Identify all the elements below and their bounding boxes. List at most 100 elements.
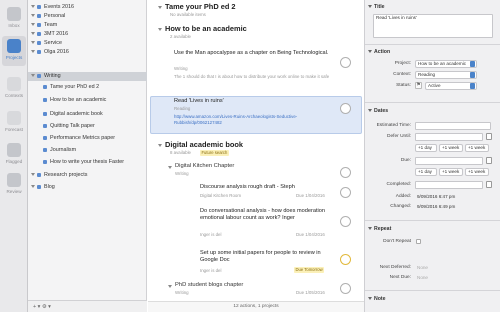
disclosure-icon[interactable] bbox=[31, 41, 35, 45]
due-date-field[interactable] bbox=[415, 157, 483, 165]
review-button[interactable]: Review bbox=[2, 170, 26, 200]
disclosure-icon[interactable] bbox=[158, 6, 162, 9]
project-icon bbox=[43, 98, 47, 103]
calendar-icon[interactable] bbox=[486, 133, 492, 140]
task-checkbox[interactable] bbox=[340, 254, 351, 265]
repeat-checkbox[interactable] bbox=[416, 239, 421, 244]
forecast-button[interactable]: Forecast bbox=[2, 108, 26, 138]
folder-icon bbox=[37, 23, 41, 28]
next-due-value: None bbox=[417, 275, 428, 280]
status-popup[interactable]: Active bbox=[425, 82, 477, 90]
defer-plus-week-button[interactable]: +1 week bbox=[439, 144, 463, 152]
inbox-button[interactable]: Inbox bbox=[2, 4, 26, 34]
calendar-icon[interactable] bbox=[486, 181, 492, 188]
chevron-down-icon bbox=[470, 61, 475, 67]
folder-icon bbox=[37, 173, 41, 178]
task-checkbox[interactable] bbox=[340, 103, 351, 114]
section-header-title[interactable]: Title bbox=[368, 4, 385, 10]
sidebar-item-personal[interactable]: Personal bbox=[28, 12, 147, 21]
due-plus-week-button[interactable]: +1 week bbox=[439, 168, 463, 176]
section-header-dates[interactable]: Dates bbox=[368, 108, 388, 114]
sidebar-item-service[interactable]: Service bbox=[28, 39, 147, 48]
task-checkbox[interactable] bbox=[340, 187, 351, 198]
project-row-tame-your-phd[interactable]: Tame your PhD ed 2 No available items bbox=[148, 2, 364, 20]
estimated-time-field[interactable] bbox=[415, 122, 491, 130]
disclosure-icon[interactable] bbox=[31, 74, 35, 78]
disclosure-icon[interactable] bbox=[31, 50, 35, 54]
sidebar-item-writing[interactable]: Writing bbox=[28, 72, 147, 81]
status-badge: Future search bbox=[200, 150, 229, 156]
sidebar-item-research-projects[interactable]: Research projects bbox=[28, 171, 147, 180]
task-checkbox[interactable] bbox=[340, 216, 351, 227]
disclosure-icon[interactable] bbox=[168, 166, 172, 169]
review-icon bbox=[7, 173, 21, 187]
divider bbox=[365, 102, 500, 103]
sidebar-item-team[interactable]: Team bbox=[28, 21, 147, 30]
disclosure-icon[interactable] bbox=[158, 144, 162, 147]
flagged-button[interactable]: Flagged bbox=[2, 140, 26, 170]
action-group-row[interactable]: PhD student blogs chapter Writing Due 1/… bbox=[148, 282, 364, 298]
flag-icon bbox=[7, 143, 21, 157]
divider bbox=[365, 220, 500, 221]
disclosure-icon[interactable] bbox=[31, 5, 35, 9]
folder-icon bbox=[37, 41, 41, 46]
sidebar-item-quitting-talk-paper[interactable]: Quitting Talk paper bbox=[28, 122, 147, 131]
sidebar-item-performance-metrics-paper[interactable]: Performance Metrics paper bbox=[28, 134, 147, 143]
folder-icon bbox=[37, 32, 41, 37]
disclosure-icon bbox=[368, 50, 372, 54]
action-group-row[interactable]: Digital Kitchen Chapter Writing bbox=[148, 163, 364, 179]
defer-plus-week-button-2[interactable]: +1 week bbox=[465, 144, 489, 152]
task-row-selected[interactable]: Read 'Lives in ruins' Reading http://www… bbox=[148, 98, 364, 134]
disclosure-icon[interactable] bbox=[31, 23, 35, 27]
disclosure-icon bbox=[368, 227, 372, 231]
sidebar-item-events-2016[interactable]: Events 2016 bbox=[28, 3, 147, 12]
due-plus-day-button[interactable]: +1 day bbox=[415, 168, 437, 176]
section-header-note[interactable]: Note bbox=[368, 296, 386, 302]
project-icon bbox=[43, 85, 47, 90]
due-badge: Due Tomorrow bbox=[294, 267, 325, 273]
folder-icon bbox=[37, 14, 41, 19]
folder-icon bbox=[37, 74, 41, 79]
sidebar-item-blog[interactable]: Blog bbox=[28, 183, 147, 192]
projects-button[interactable]: Projects bbox=[2, 36, 26, 66]
title-field[interactable]: Read 'Lives in ruins' bbox=[373, 14, 493, 38]
task-row[interactable]: Set up some initial papers for people to… bbox=[148, 250, 364, 278]
repeat-section: Repeat Don't Repeat Next Deferred: None … bbox=[365, 222, 500, 288]
group-checkbox[interactable] bbox=[340, 283, 351, 294]
defer-date-field[interactable] bbox=[415, 133, 483, 141]
completed-date-field[interactable] bbox=[415, 181, 483, 189]
context-popup[interactable]: Reading bbox=[415, 71, 477, 79]
project-row-digital-academic-book[interactable]: Digital academic book 8 available Future… bbox=[148, 140, 364, 160]
sidebar-item-journalism[interactable]: Journalism bbox=[28, 146, 147, 155]
outline-view: Tame your PhD ed 2 No available items Ho… bbox=[148, 0, 364, 312]
disclosure-icon[interactable] bbox=[31, 32, 35, 36]
sidebar-item-digital-academic-book[interactable]: Digital academic book bbox=[28, 110, 147, 119]
task-row[interactable]: Do conversational analysis - how does mo… bbox=[148, 208, 364, 240]
section-header-repeat[interactable]: Repeat bbox=[368, 226, 391, 232]
task-checkbox[interactable] bbox=[340, 57, 351, 68]
sidebar-item-tame-your-phd[interactable]: Tame your PhD ed 2 bbox=[28, 83, 147, 92]
project-icon bbox=[43, 112, 47, 117]
task-row[interactable]: Use the Man apocalypse as a chapter on B… bbox=[148, 50, 364, 90]
calendar-icon[interactable] bbox=[486, 157, 492, 164]
flag-toggle[interactable]: ⚑ bbox=[415, 82, 422, 89]
disclosure-icon[interactable] bbox=[31, 173, 35, 177]
sidebar-footer-add-gear[interactable]: + ▾ ⚙ ▾ bbox=[28, 300, 147, 312]
defer-plus-day-button[interactable]: +1 day bbox=[415, 144, 437, 152]
disclosure-icon[interactable] bbox=[158, 28, 162, 31]
sidebar-item-olga-2016[interactable]: Olga 2016 bbox=[28, 48, 147, 57]
disclosure-icon[interactable] bbox=[168, 285, 172, 288]
contexts-button[interactable]: Contexts bbox=[2, 74, 26, 104]
task-row[interactable]: Discourse analysis rough draft - Steph D… bbox=[148, 184, 364, 202]
sidebar-item-3mt-2016[interactable]: 3MT 2016 bbox=[28, 30, 147, 39]
section-header-action[interactable]: Action bbox=[368, 49, 390, 55]
sidebar-item-write-your-thesis-faster[interactable]: How to write your thesis Faster bbox=[28, 158, 147, 167]
project-row-how-to-be-an-academic[interactable]: How to be an academic 2 available bbox=[148, 24, 364, 42]
group-checkbox[interactable] bbox=[340, 167, 351, 178]
project-popup[interactable]: How to be an academic bbox=[415, 60, 477, 68]
sidebar-item-how-to-be-an-academic[interactable]: How to be an academic bbox=[28, 96, 147, 105]
due-plus-week-button-2[interactable]: +1 week bbox=[465, 168, 489, 176]
note-link[interactable]: http://www.amazon.com/Lives-Ruins-Archae… bbox=[174, 114, 334, 125]
disclosure-icon[interactable] bbox=[31, 14, 35, 18]
disclosure-icon[interactable] bbox=[31, 185, 35, 189]
